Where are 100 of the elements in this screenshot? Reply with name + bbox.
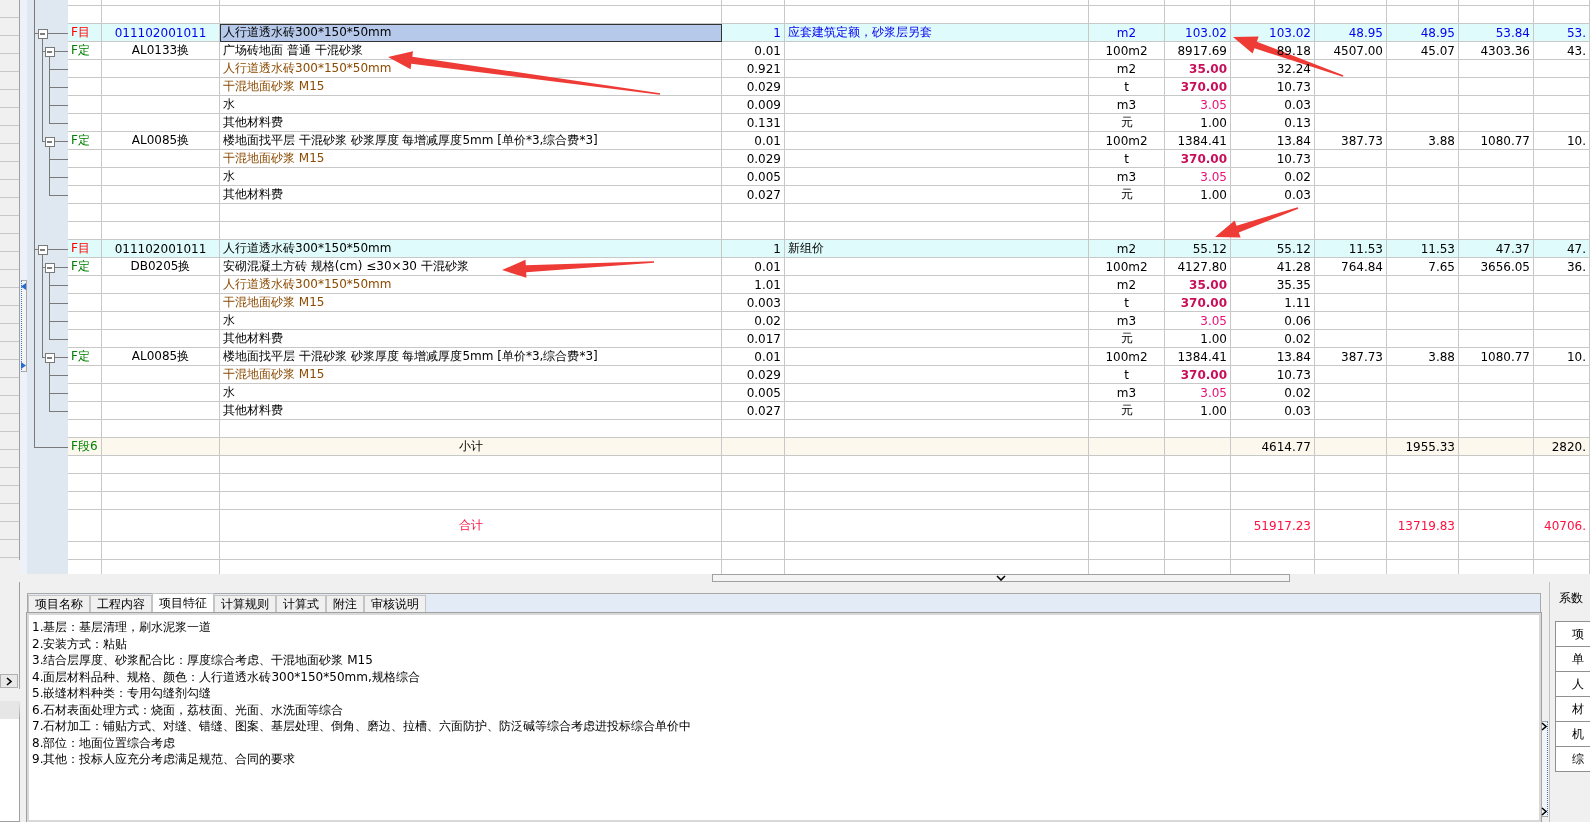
table-cell: 100m2: [1089, 348, 1165, 366]
table-cell: [68, 384, 102, 402]
table-cell: 764.84: [1315, 258, 1387, 276]
tree-cell: [27, 560, 68, 574]
table-cell: 48.95: [1387, 24, 1459, 42]
table-cell: 11.53: [1387, 240, 1459, 258]
table-cell: F目: [68, 240, 102, 258]
tab[interactable]: 项目特征: [152, 593, 214, 613]
table-cell: [68, 96, 102, 114]
table-cell: [1315, 96, 1387, 114]
table-cell: 2820.: [1534, 438, 1590, 456]
table-cell: 13.84: [1231, 348, 1315, 366]
table-cell: [1534, 168, 1590, 186]
table-cell: [1315, 438, 1387, 456]
table-cell: 011102001011: [102, 24, 220, 42]
table-cell: [1315, 114, 1387, 132]
table-cell: [722, 492, 785, 510]
table-cell: 48.95: [1315, 24, 1387, 42]
table-cell: 干混地面砂浆 M15: [220, 150, 722, 168]
table-cell: 10.: [1534, 348, 1590, 366]
triangle-icon: [21, 362, 26, 369]
splitter-handle[interactable]: [20, 280, 27, 372]
table-cell: [1165, 542, 1231, 560]
tab[interactable]: 工程内容: [90, 595, 152, 613]
table-cell: [1387, 168, 1459, 186]
table-cell: 楼地面找平层 干混砂浆 砂浆厚度 每增减厚度5mm [单价*3,综合费*3]: [220, 132, 722, 150]
tree-line: [34, 132, 68, 150]
expand-button[interactable]: [0, 674, 18, 688]
table-cell: F定: [68, 132, 102, 150]
table-cell: [722, 510, 785, 542]
text-area[interactable]: [27, 613, 1541, 822]
table-cell: 55.12: [1231, 240, 1315, 258]
table-cell: [1315, 168, 1387, 186]
table-cell: t: [1089, 78, 1165, 96]
table-cell: AL0085换: [102, 132, 220, 150]
chevron-right-icon: [1541, 722, 1548, 731]
table-cell-text: 综: [1571, 750, 1585, 768]
table-cell: 单: [1556, 647, 1590, 672]
table-cell: 元: [1089, 330, 1165, 348]
table-cell: [1165, 204, 1231, 222]
splitter-handle[interactable]: [712, 574, 1290, 582]
table-cell: [68, 492, 102, 510]
table-cell: 0.027: [722, 186, 785, 204]
table-cell: 103.02: [1231, 24, 1315, 42]
table-cell: m2: [1089, 24, 1165, 42]
table-cell: 35.00: [1165, 60, 1231, 78]
collapse-icon[interactable]: [45, 47, 55, 57]
table-cell: 人: [1556, 672, 1590, 697]
feature-line: 3.结合层厚度、砂浆配合比：厚度综合考虑、干混地面砂浆 M15: [32, 652, 374, 669]
table-cell: [1315, 456, 1387, 474]
collapse-icon[interactable]: [45, 263, 55, 273]
table-cell: 7.65: [1387, 258, 1459, 276]
table-cell: [722, 542, 785, 560]
table-cell: [1315, 510, 1387, 542]
table-cell: 100m2: [1089, 42, 1165, 60]
tab[interactable]: 计算规则: [214, 595, 276, 613]
table-cell: 1.00: [1165, 186, 1231, 204]
table-cell: 103.02: [1165, 24, 1231, 42]
table-cell: m3: [1089, 96, 1165, 114]
table-cell: 0.017: [722, 330, 785, 348]
table-cell: [68, 276, 102, 294]
table-cell: 水: [220, 96, 722, 114]
table-cell: 机: [1556, 722, 1590, 747]
table-cell: [1315, 186, 1387, 204]
table-cell: F定: [68, 348, 102, 366]
table-cell: [1315, 492, 1387, 510]
collapse-icon[interactable]: [45, 353, 55, 363]
table-cell: [1387, 150, 1459, 168]
triangle-icon: [21, 283, 26, 290]
table-cell: [1534, 330, 1590, 348]
table-cell: 10.73: [1231, 366, 1315, 384]
collapse-icon[interactable]: [45, 137, 55, 147]
table-cell: 387.73: [1315, 132, 1387, 150]
feature-line: 8.部位：地面位置综合考虑: [32, 734, 177, 751]
table-cell: 387.73: [1315, 348, 1387, 366]
table-cell: 10.: [1534, 132, 1590, 150]
table-cell: [1387, 276, 1459, 294]
collapse-icon[interactable]: [38, 245, 48, 255]
collapse-icon[interactable]: [38, 29, 48, 39]
tab[interactable]: 审核说明: [364, 595, 426, 613]
table-cell: 0.029: [722, 366, 785, 384]
table-cell: [1534, 60, 1590, 78]
tab[interactable]: 计算式: [276, 595, 326, 613]
table-cell: [722, 474, 785, 492]
table-cell: m2: [1089, 276, 1165, 294]
tab[interactable]: 附注: [326, 595, 364, 613]
table-cell: m2: [1089, 60, 1165, 78]
table-cell: [1387, 186, 1459, 204]
tree-line: [34, 258, 68, 276]
table-cell: [68, 150, 102, 168]
table-cell: 材: [1556, 697, 1590, 722]
table-cell: [68, 294, 102, 312]
tab[interactable]: 项目名称: [28, 595, 90, 613]
table-cell: 干混地面砂浆 M15: [220, 294, 722, 312]
table-cell: [1165, 474, 1231, 492]
table-cell: 元: [1089, 114, 1165, 132]
table-cell: 3.88: [1387, 132, 1459, 150]
table-cell: 0.005: [722, 168, 785, 186]
table-cell: [68, 330, 102, 348]
splitter-handle[interactable]: [1541, 721, 1548, 817]
